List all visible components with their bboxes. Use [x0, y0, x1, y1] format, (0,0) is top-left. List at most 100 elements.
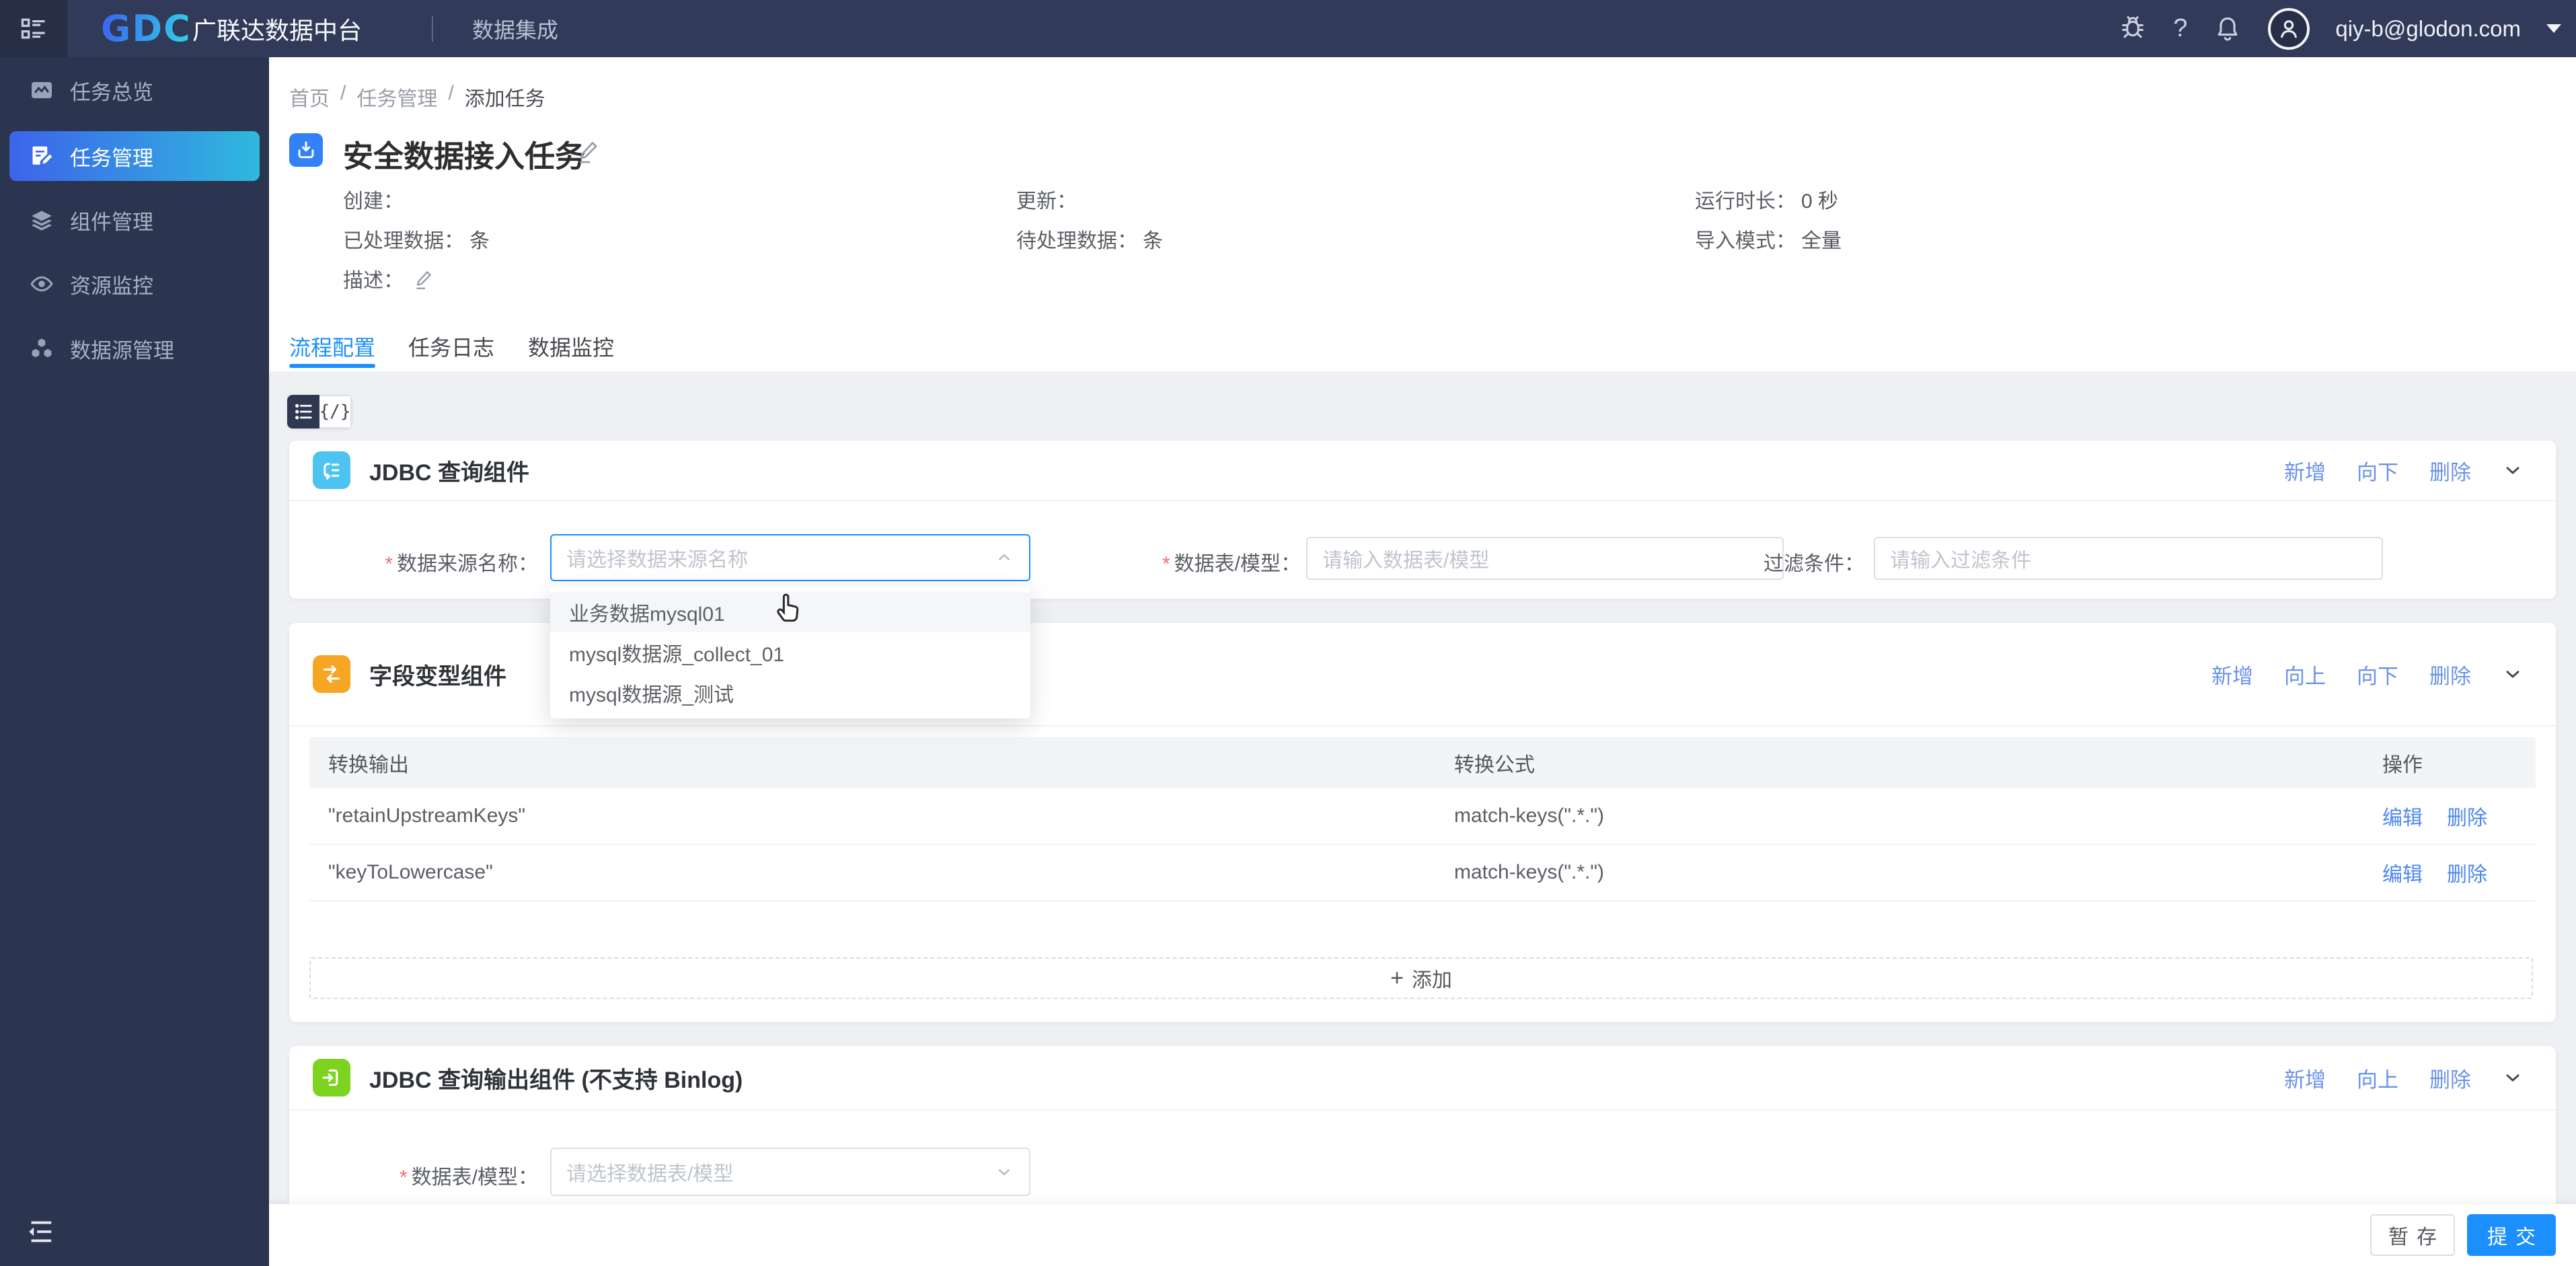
filter-placeholder: 请输入过滤条件	[1890, 550, 2031, 572]
notifications-bell-icon[interactable]	[2213, 14, 2242, 44]
meta-runtime-value: 0 秒	[1801, 190, 1839, 213]
collapse-card-chevron-icon[interactable]	[2502, 663, 2524, 685]
source-name-label: * 数据来源名称：	[385, 553, 538, 575]
help-icon[interactable]: ?	[2173, 14, 2187, 43]
output-table-model-placeholder: 请选择数据表/模型	[566, 1163, 734, 1185]
page-title: 安全数据接入任务	[343, 139, 586, 174]
move-up-link[interactable]: 向上	[2357, 1063, 2398, 1093]
output-table-model-label: * 数据表/模型：	[399, 1166, 538, 1189]
breadcrumb-task-management[interactable]: 任务管理	[356, 82, 437, 112]
add-transform-row-button[interactable]: + 添加	[309, 957, 2533, 999]
dropdown-option[interactable]: mysql数据源_collect_01	[550, 632, 1030, 673]
meta-description: 描述：	[343, 264, 436, 293]
move-up-link[interactable]: 向上	[2284, 659, 2326, 690]
breadcrumb-separator: /	[340, 82, 346, 104]
transform-card-actions: 新增 向上 向下 删除	[2211, 623, 2524, 725]
row-formula: match-keys(".*.")	[1454, 861, 1604, 883]
user-menu-caret-icon[interactable]	[2546, 24, 2561, 33]
col-header-operations: 操作	[2382, 754, 2423, 776]
sidebar-collapse-icon[interactable]	[24, 1216, 55, 1247]
sidebar-item-resource-monitor[interactable]: 资源监控	[9, 259, 260, 309]
move-down-link[interactable]: 向下	[2357, 455, 2398, 486]
col-header-formula: 转换公式	[1454, 754, 1535, 776]
meta-pending: 待处理数据：条	[1016, 230, 1163, 252]
product-name: 广联达数据中台	[192, 16, 363, 44]
output-table-model-select[interactable]: 请选择数据表/模型	[550, 1148, 1030, 1196]
source-name-placeholder: 请选择数据来源名称	[566, 549, 748, 571]
move-down-link[interactable]: 向下	[2357, 659, 2398, 690]
edit-row-link[interactable]: 编辑	[2382, 858, 2423, 887]
jdbc-output-card-title: JDBC 查询输出组件 (不支持 Binlog)	[369, 1067, 743, 1093]
edit-row-link[interactable]: 编辑	[2382, 801, 2423, 831]
save-draft-button[interactable]: 暂存	[2370, 1214, 2455, 1256]
table-model-placeholder: 请输入数据表/模型	[1322, 550, 1490, 572]
title-edit-icon[interactable]	[576, 139, 603, 165]
add-component-link[interactable]: 新增	[2284, 1063, 2326, 1093]
user-email[interactable]: qiy-b@glodon.com	[2335, 16, 2521, 42]
tab-task-log[interactable]: 任务日志	[408, 331, 494, 362]
chevron-down-icon	[998, 1168, 1010, 1176]
active-tab-indicator	[289, 364, 375, 368]
add-row-label: 添加	[1411, 969, 1452, 992]
chevron-up-icon	[998, 554, 1010, 561]
required-mark: *	[399, 1166, 408, 1189]
jdbc-query-card-title: JDBC 查询组件	[369, 459, 530, 486]
meta-pending-value: 条	[1143, 230, 1163, 252]
breadcrumb-current: 添加任务	[464, 88, 545, 110]
submit-button[interactable]: 提交	[2467, 1214, 2556, 1256]
header-right-group: ? qiy-b@glodon.com	[2118, 0, 2561, 57]
sidebar-item-label: 任务总览	[70, 80, 153, 104]
table-model-label: * 数据表/模型：	[1162, 553, 1301, 575]
sidebar: 任务总览 任务管理 组件管理 资源监控 数据源管理	[0, 57, 269, 1266]
dropdown-option[interactable]: 业务数据mysql01	[550, 592, 1030, 632]
monitor-eye-icon	[30, 272, 54, 296]
sidebar-item-datasource-management[interactable]: 数据源管理	[9, 324, 260, 373]
dropdown-option[interactable]: mysql数据源_测试	[550, 673, 1030, 713]
collapse-card-chevron-icon[interactable]	[2502, 459, 2524, 481]
meta-import-mode: 导入模式： 全量	[1695, 230, 1842, 252]
sidebar-item-component-management[interactable]: 组件管理	[9, 195, 260, 245]
breadcrumb: 首页 / 任务管理 / 添加任务	[289, 82, 545, 112]
delete-component-link[interactable]: 删除	[2429, 659, 2471, 690]
tab-flow-config[interactable]: 流程配置	[289, 331, 375, 362]
task-management-icon	[30, 144, 54, 168]
json-view-label: {/}	[319, 402, 351, 422]
row-output: "keyToLowercase"	[328, 861, 493, 883]
collapse-menu-button[interactable]	[0, 0, 67, 57]
brand-logo: GDC	[101, 0, 192, 57]
jdbc-output-card-actions: 新增 向上 删除	[2284, 1046, 2524, 1109]
sidebar-item-task-management[interactable]: 任务管理	[9, 131, 260, 181]
table-model-input[interactable]: 请输入数据表/模型	[1306, 537, 1784, 580]
datasource-cluster-icon	[30, 336, 54, 361]
description-edit-icon[interactable]	[413, 268, 436, 291]
footer-action-bar: 暂存 提交	[269, 1204, 2576, 1266]
breadcrumb-home[interactable]: 首页	[289, 82, 330, 112]
user-avatar[interactable]	[2268, 7, 2310, 50]
delete-component-link[interactable]: 删除	[2429, 1063, 2471, 1093]
json-view-button[interactable]: {/}	[319, 395, 352, 429]
meta-created: 创建：	[343, 190, 404, 213]
jdbc-output-card-header: JDBC 查询输出组件 (不支持 Binlog) 新增 向上 删除	[289, 1046, 2556, 1111]
delete-component-link[interactable]: 删除	[2429, 455, 2471, 486]
table-row: "keyToLowercase" match-keys(".*.") 编辑 删除	[309, 845, 2536, 901]
add-component-link[interactable]: 新增	[2211, 659, 2253, 690]
add-component-link[interactable]: 新增	[2284, 455, 2326, 486]
bug-report-icon[interactable]	[2118, 14, 2148, 44]
transform-card-title: 字段变型组件	[369, 663, 506, 690]
jdbc-query-card: JDBC 查询组件 新增 向下 删除 * 数据来源名称： 请选择数据来源名称 * 数…	[289, 441, 2556, 599]
task-type-icon	[289, 133, 323, 167]
sidebar-item-label: 任务管理	[70, 146, 153, 170]
list-view-button[interactable]	[287, 395, 319, 429]
collapse-card-chevron-icon[interactable]	[2502, 1067, 2524, 1088]
tab-data-monitor[interactable]: 数据监控	[528, 331, 614, 362]
row-formula: match-keys(".*.")	[1454, 805, 1604, 827]
source-name-select[interactable]: 请选择数据来源名称	[550, 534, 1030, 581]
sidebar-item-label: 数据源管理	[70, 338, 174, 363]
delete-row-link[interactable]: 删除	[2447, 801, 2487, 831]
nav-data-integration[interactable]: 数据集成	[472, 0, 558, 57]
transform-table: 转换输出 转换公式 操作 "retainUpstreamKeys" match-…	[309, 737, 2536, 957]
filter-input[interactable]: 请输入过滤条件	[1874, 537, 2383, 580]
sidebar-item-task-overview[interactable]: 任务总览	[9, 65, 260, 115]
meta-import-mode-value: 全量	[1801, 230, 1842, 252]
delete-row-link[interactable]: 删除	[2447, 858, 2487, 887]
